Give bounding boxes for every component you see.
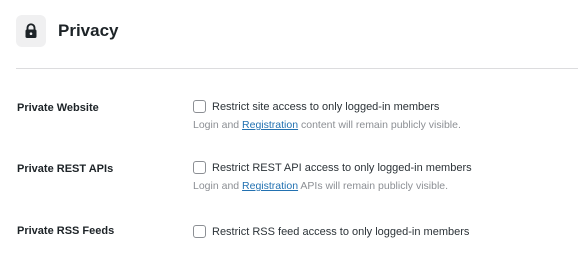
checkbox-label[interactable]: Restrict site access to only logged-in m… bbox=[212, 101, 439, 113]
checkbox-line[interactable]: Restrict REST API access to only logged-… bbox=[193, 160, 472, 175]
checkbox-label[interactable]: Restrict RSS feed access to only logged-… bbox=[212, 226, 469, 238]
setting-label: Private RSS Feeds bbox=[17, 225, 115, 237]
private-rss-feeds-checkbox[interactable] bbox=[193, 225, 206, 238]
registration-link[interactable]: Registration bbox=[242, 119, 298, 131]
privacy-icon-box bbox=[16, 15, 46, 47]
description-text: Login and bbox=[193, 119, 243, 131]
setting-label: Private Website bbox=[17, 102, 99, 114]
private-rest-apis-checkbox[interactable] bbox=[193, 161, 206, 174]
checkbox-line[interactable]: Restrict site access to only logged-in m… bbox=[193, 99, 461, 114]
registration-link[interactable]: Registration bbox=[242, 180, 298, 192]
page-title: Privacy bbox=[58, 21, 119, 40]
section-header: Privacy bbox=[16, 15, 119, 47]
header-divider bbox=[16, 68, 578, 69]
checkbox-label[interactable]: Restrict REST API access to only logged-… bbox=[212, 162, 472, 174]
setting-field: Restrict REST API access to only logged-… bbox=[193, 160, 472, 192]
setting-description: Login and Registration content will rema… bbox=[193, 119, 461, 131]
checkbox-line[interactable]: Restrict RSS feed access to only logged-… bbox=[193, 224, 469, 239]
description-text: Login and bbox=[193, 180, 243, 192]
lock-icon bbox=[25, 23, 37, 38]
description-text: content will remain publicly visible. bbox=[298, 119, 461, 131]
setting-field: Restrict site access to only logged-in m… bbox=[193, 99, 461, 131]
description-text: APIs will remain publicly visible. bbox=[298, 180, 449, 192]
setting-field: Restrict RSS feed access to only logged-… bbox=[193, 224, 469, 239]
private-website-checkbox[interactable] bbox=[193, 100, 206, 113]
setting-label: Private REST APIs bbox=[17, 163, 114, 175]
setting-description: Login and Registration APIs will remain … bbox=[193, 180, 472, 192]
